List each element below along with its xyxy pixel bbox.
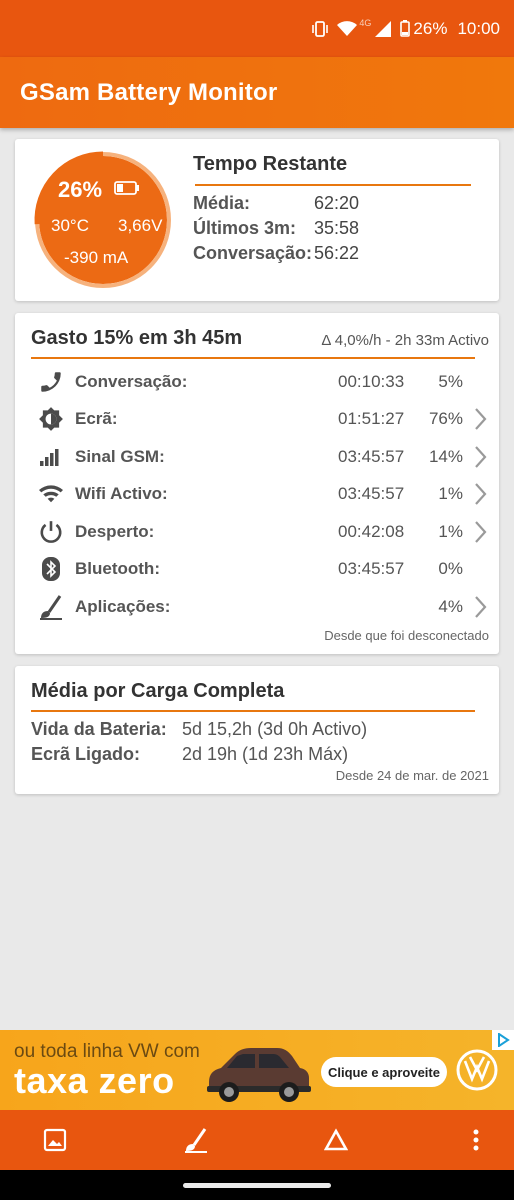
apps-icon [37, 593, 65, 621]
usage-row-pct: 1% [438, 484, 463, 503]
chevron-right-icon[interactable] [473, 482, 487, 511]
signal-bars-icon [37, 443, 65, 471]
usage-row-name: Wifi Activo: [75, 484, 168, 503]
remaining-title: Tempo Restante [193, 153, 348, 175]
ad-banner[interactable]: ou toda linha VW com taxa zero Clique e … [0, 1030, 514, 1110]
usage-row-name: Ecrã: [75, 409, 118, 428]
usage-note: Desde que foi desconectado [324, 628, 489, 643]
full-charge-label: Vida da Bateria: [31, 719, 167, 739]
vw-logo [456, 1049, 498, 1096]
usage-row-name: Bluetooth: [75, 559, 160, 578]
gauge-voltage: 3,66V [118, 216, 163, 235]
delta-icon[interactable] [320, 1124, 352, 1156]
signal-icon [375, 20, 392, 37]
home-gesture-pill[interactable] [183, 1183, 331, 1188]
more-vert-icon[interactable] [460, 1124, 492, 1156]
remaining-value: 35:58 [314, 218, 360, 238]
remaining-row-talk: Conversação: 56:22 [193, 243, 359, 264]
app-title: GSam Battery Monitor [20, 79, 278, 106]
ad-line2: taxa zero [14, 1060, 175, 1101]
usage-row-gsm[interactable]: Sinal GSM: 03:45:57 14% [15, 439, 499, 475]
status-time: 10:00 [457, 18, 500, 38]
status-battery-pct: 26% [413, 18, 448, 38]
status-bar: 4G 26% 10:00 [0, 0, 514, 57]
chevron-right-icon[interactable] [473, 407, 487, 436]
usage-row-pct: 1% [438, 522, 463, 541]
power-icon [37, 518, 65, 546]
car-image [203, 1038, 315, 1109]
usage-row-time: 03:45:57 [338, 484, 405, 503]
remaining-row-average: Média: 62:20 [193, 193, 359, 214]
usage-row-time: 00:42:08 [338, 522, 405, 541]
remaining-label: Últimos 3m: [193, 218, 297, 238]
remaining-label: Média: [193, 193, 251, 213]
full-charge-divider [31, 710, 475, 712]
usage-row-screen[interactable]: Ecrã: 01:51:27 76% [15, 401, 499, 437]
wifi-icon [37, 480, 65, 508]
usage-row-pct: 4% [438, 597, 463, 616]
usage-row-bluetooth: Bluetooth: 03:45:57 0% [15, 551, 499, 587]
usage-row-call: Conversação: 00:10:33 5% [15, 364, 499, 400]
usage-row-time: 03:45:57 [338, 447, 405, 466]
usage-row-wifi[interactable]: Wifi Activo: 03:45:57 1% [15, 476, 499, 512]
full-charge-value: 5d 15,2h (3d 0h Activo) [182, 719, 368, 739]
usage-row-time: 03:45:57 [338, 559, 405, 578]
adchoices-icon[interactable] [492, 1030, 514, 1050]
full-charge-value: 2d 19h (1d 23h Máx) [182, 744, 349, 764]
gauge-percent: 26% [58, 177, 103, 202]
remaining-row-last3m: Últimos 3m: 35:58 [193, 218, 359, 239]
remaining-divider [195, 184, 471, 186]
phone-icon [37, 368, 65, 396]
battery-gauge[interactable]: 26% 30°C 3,66V -390 mA [32, 149, 174, 291]
battery-summary-card[interactable]: 26% 30°C 3,66V -390 mA Tempo Restante Mé… [15, 139, 499, 301]
app-bar: GSam Battery Monitor [0, 57, 514, 128]
chevron-right-icon[interactable] [473, 445, 487, 474]
bluetooth-icon [37, 555, 65, 583]
usage-row-pct: 0% [438, 559, 463, 578]
battery-icon [400, 20, 411, 37]
ad-cta-button[interactable]: Clique e aproveite [321, 1057, 447, 1087]
gauge-temperature: 30°C [51, 216, 89, 235]
usage-card: Gasto 15% em 3h 45m Δ 4,0%/h - 2h 33m Ac… [15, 313, 499, 654]
wifi-icon [337, 20, 358, 37]
chevron-right-icon[interactable] [473, 520, 487, 549]
network-type: 4G [359, 17, 372, 28]
image-icon[interactable] [39, 1124, 71, 1156]
remaining-value: 56:22 [314, 243, 360, 263]
brightness-icon [37, 405, 65, 433]
remaining-label: Conversação: [193, 243, 313, 263]
usage-row-name: Conversação: [75, 372, 188, 391]
usage-row-pct: 76% [428, 409, 463, 428]
system-nav-bar [0, 1170, 514, 1200]
full-charge-note: Desde 24 de mar. de 2021 [335, 768, 489, 783]
gauge-current: -390 mA [64, 248, 129, 267]
full-charge-card: Média por Carga Completa Vida da Bateria… [15, 666, 499, 794]
usage-row-time: 01:51:27 [338, 409, 405, 428]
bottom-toolbar [0, 1110, 514, 1170]
usage-row-name: Desperto: [75, 522, 155, 541]
full-charge-row-battery-life: Vida da Bateria: 5d 15,2h (3d 0h Activo) [31, 719, 367, 740]
usage-title: Gasto 15% em 3h 45m [31, 327, 243, 349]
apps-icon[interactable] [180, 1124, 212, 1156]
usage-rate: Δ 4,0%/h - 2h 33m Activo [321, 332, 489, 349]
remaining-value: 62:20 [314, 193, 360, 213]
usage-row-pct: 14% [428, 447, 463, 466]
full-charge-label: Ecrã Ligado: [31, 744, 141, 764]
usage-row-name: Aplicações: [75, 597, 171, 616]
chevron-right-icon[interactable] [473, 595, 487, 624]
vibrate-icon [311, 20, 329, 37]
usage-row-name: Sinal GSM: [75, 447, 165, 466]
full-charge-title: Média por Carga Completa [31, 680, 285, 702]
usage-row-apps[interactable]: Aplicações: 4% [15, 589, 499, 625]
usage-row-awake[interactable]: Desperto: 00:42:08 1% [15, 514, 499, 550]
usage-divider [31, 357, 475, 359]
usage-row-pct: 5% [438, 372, 463, 391]
usage-row-time: 00:10:33 [338, 372, 405, 391]
full-charge-row-screen-on: Ecrã Ligado: 2d 19h (1d 23h Máx) [31, 744, 348, 765]
